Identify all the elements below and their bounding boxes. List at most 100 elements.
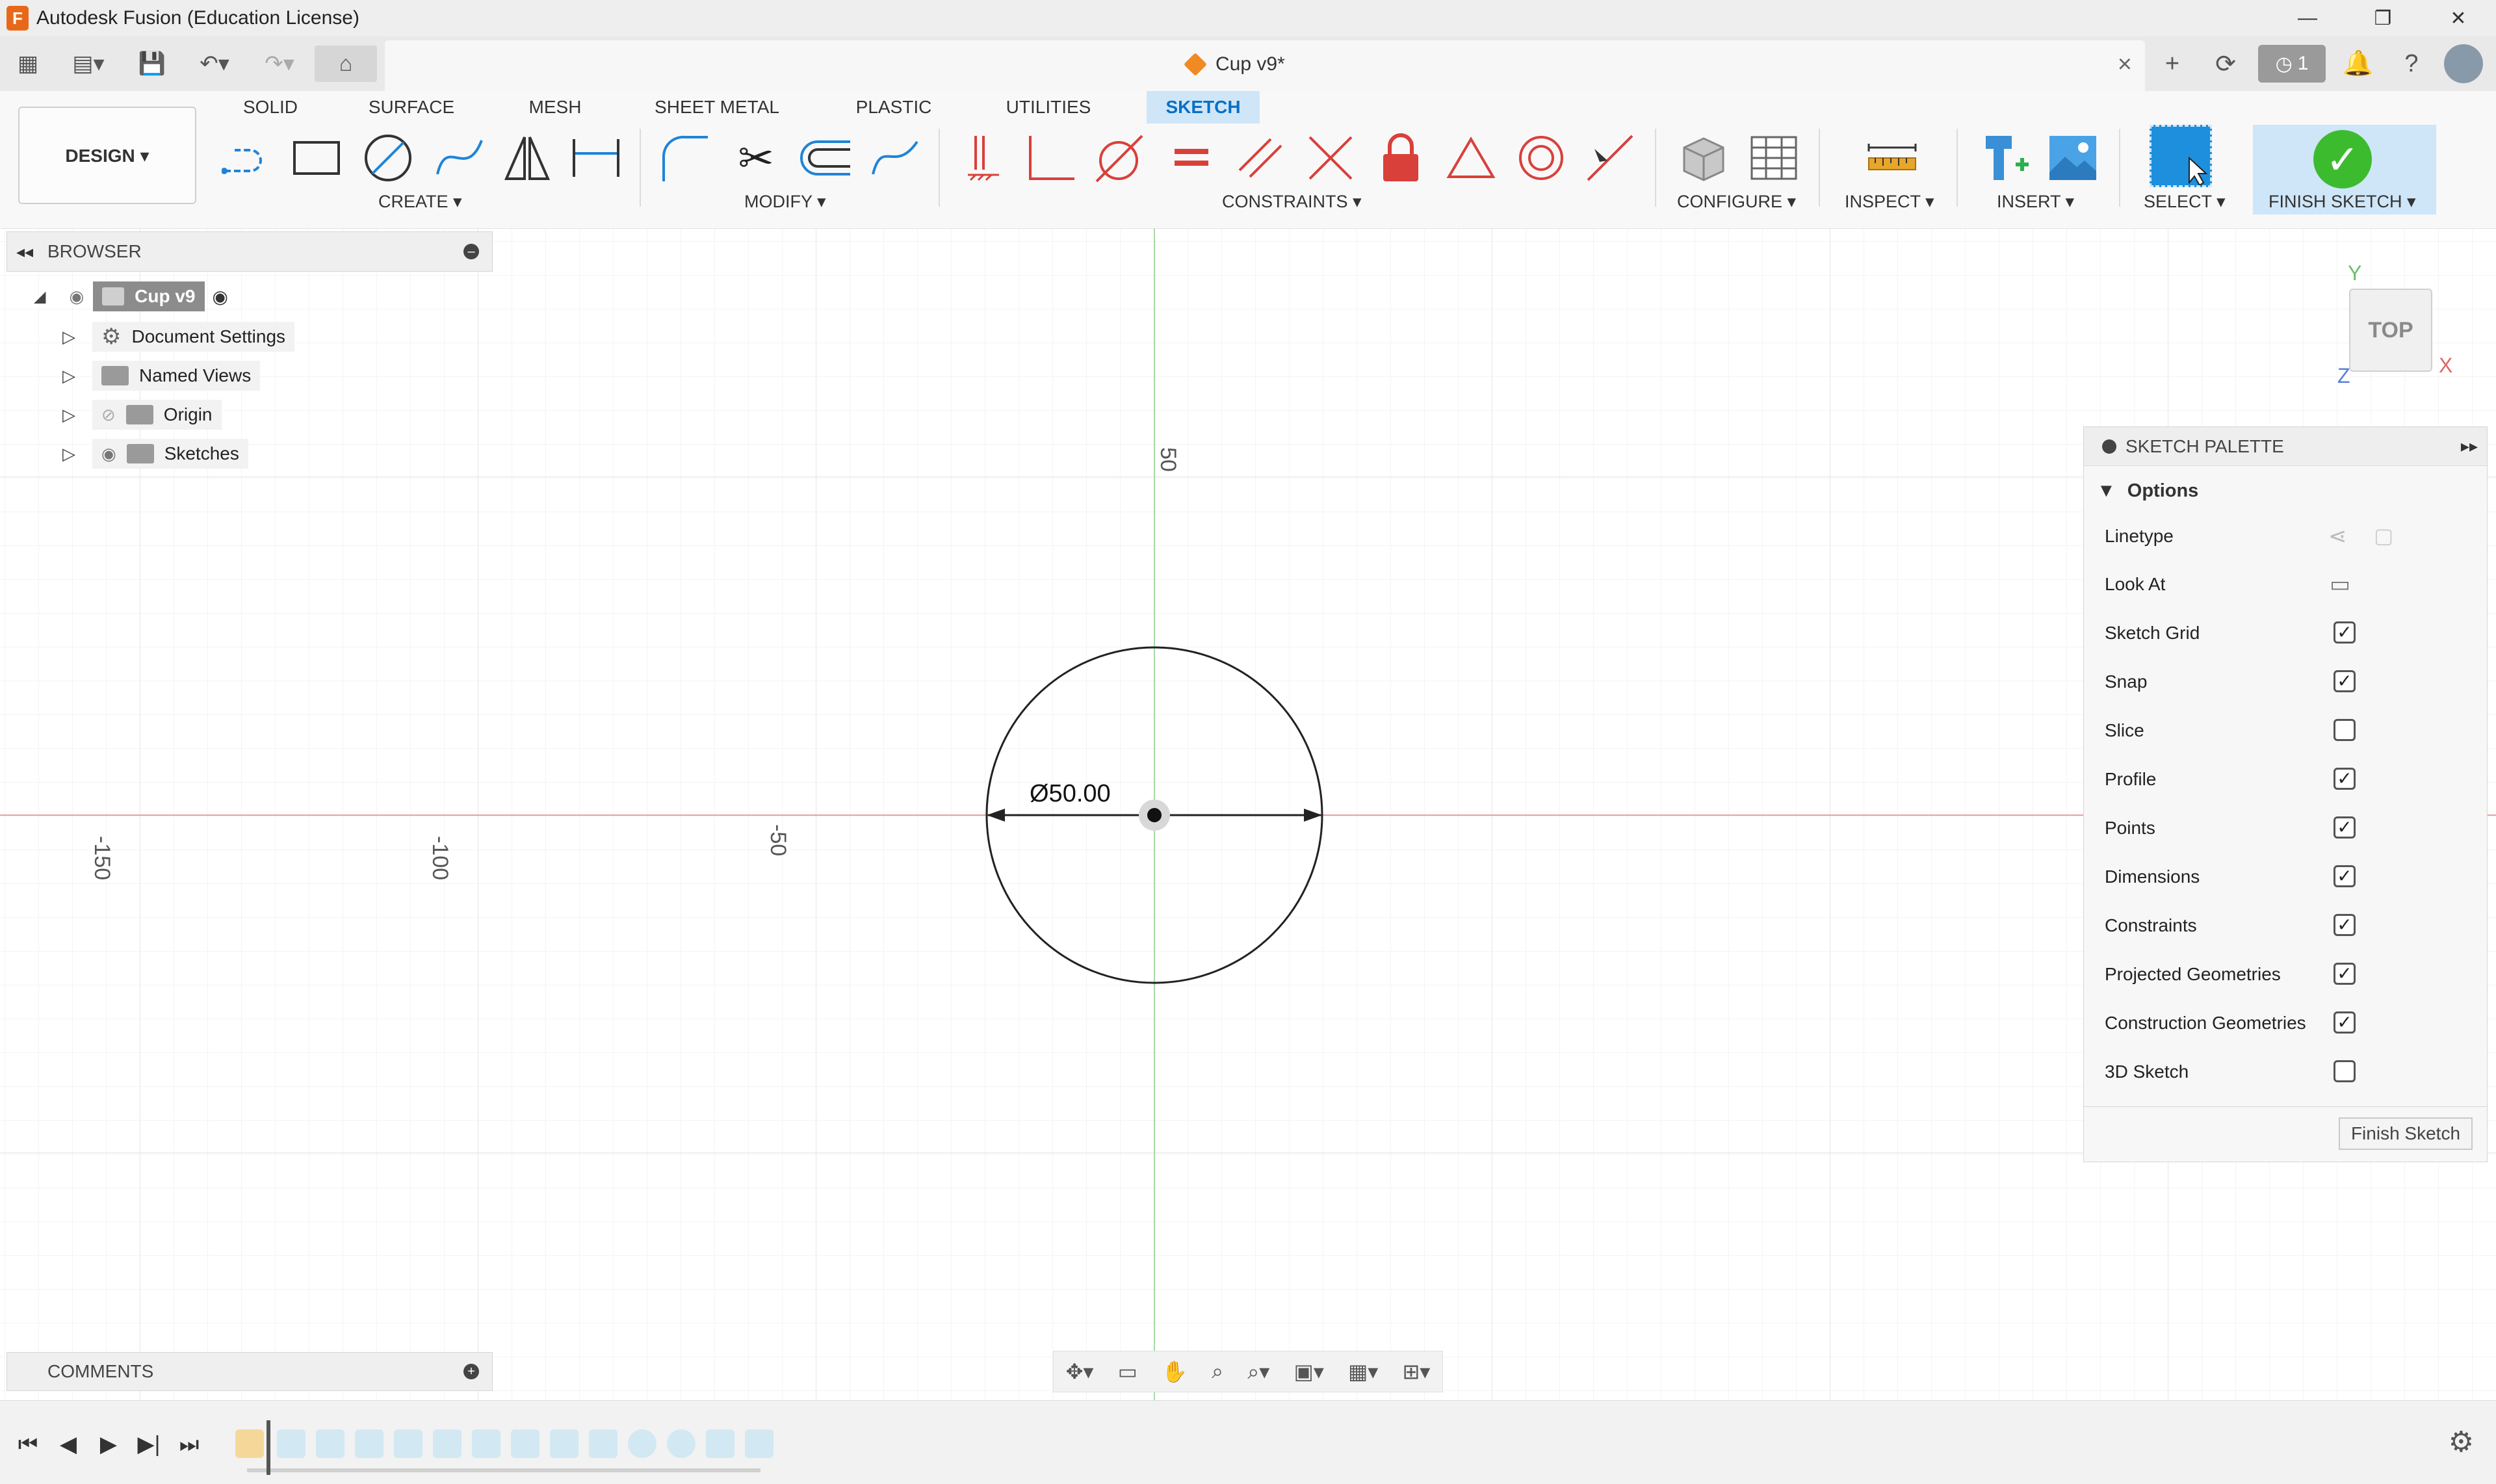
pan-hand-icon[interactable]: ✋: [1162, 1359, 1188, 1384]
dimension-label[interactable]: Ø50.00: [1030, 780, 1111, 808]
triangle-constraint-icon[interactable]: [1442, 129, 1500, 187]
profile-checkbox[interactable]: ✓: [2334, 768, 2356, 790]
redo-icon[interactable]: ↷▾: [254, 46, 306, 82]
orbit-icon[interactable]: ✥▾: [1066, 1359, 1094, 1384]
viewports-icon[interactable]: ⊞▾: [1402, 1359, 1430, 1384]
fillet-tool-icon[interactable]: [655, 129, 714, 187]
trim-scissors-icon[interactable]: ✂: [727, 129, 785, 187]
equal-constraint-icon[interactable]: [1162, 129, 1221, 187]
points-checkbox[interactable]: ✓: [2334, 816, 2356, 839]
browser-panel-header[interactable]: ◂◂ BROWSER –: [6, 231, 493, 272]
timeline-feature[interactable]: [745, 1429, 774, 1458]
file-menu-icon[interactable]: ▤▾: [62, 46, 114, 82]
line-tool-icon[interactable]: [218, 129, 277, 187]
sketch-grid-checkbox[interactable]: ✓: [2334, 621, 2356, 644]
timeline-feature[interactable]: [511, 1429, 540, 1458]
help-icon[interactable]: ?: [2391, 44, 2432, 83]
construction-geometries-checkbox[interactable]: ✓: [2334, 1011, 2356, 1034]
constraints-checkbox[interactable]: ✓: [2334, 914, 2356, 936]
tab-solid[interactable]: SOLID: [229, 91, 312, 124]
expand-triangle-icon[interactable]: ▷: [62, 327, 75, 347]
extensions-icon[interactable]: ⟳: [2205, 44, 2246, 83]
perpendicular-constraint-icon[interactable]: [1022, 129, 1080, 187]
tree-item-origin[interactable]: ▷ ⊘ Origin: [62, 399, 222, 430]
look-at-nav-icon[interactable]: ▭: [1118, 1359, 1138, 1384]
palette-minimize-icon[interactable]: [2102, 439, 2116, 454]
measure-ruler-icon[interactable]: [1863, 129, 1921, 187]
inspect-menu[interactable]: INSPECT ▾: [1845, 192, 1934, 212]
timeline-feature[interactable]: [589, 1429, 618, 1458]
viewcube[interactable]: TOP: [2349, 289, 2432, 372]
3d-sketch-checkbox[interactable]: [2334, 1060, 2356, 1082]
timeline-feature[interactable]: [277, 1429, 306, 1458]
configure-cube-icon[interactable]: [1674, 129, 1733, 187]
expand-triangle-icon[interactable]: ▷: [62, 366, 75, 386]
offset-tool-icon[interactable]: [797, 129, 855, 187]
lock-constraint-icon[interactable]: [1372, 129, 1430, 187]
zoom-icon[interactable]: ⌕: [1212, 1359, 1223, 1384]
display-settings-icon[interactable]: ▣▾: [1294, 1359, 1323, 1384]
minimize-button[interactable]: —: [2270, 0, 2345, 36]
app-grid-icon[interactable]: ▦: [12, 46, 44, 82]
finish-sketch-button[interactable]: Finish Sketch: [2339, 1117, 2473, 1150]
dimensions-checkbox[interactable]: ✓: [2334, 865, 2356, 887]
timeline-settings-gear-icon[interactable]: ⚙: [2449, 1425, 2474, 1459]
tab-plastic[interactable]: PLASTIC: [845, 91, 942, 124]
palette-expand-icon[interactable]: ▸▸: [2461, 436, 2478, 456]
timeline-feature[interactable]: [550, 1429, 578, 1458]
go-to-start-icon[interactable]: ⏮: [12, 1428, 44, 1461]
add-comment-icon[interactable]: +: [463, 1364, 479, 1379]
visibility-eye-icon[interactable]: ◉: [69, 287, 84, 307]
construction-linetype-icon[interactable]: ⋖: [2328, 523, 2347, 549]
look-at-icon[interactable]: ▭: [2330, 571, 2350, 597]
rectangle-tool-icon[interactable]: [287, 129, 346, 187]
finish-sketch-check-icon[interactable]: ✓: [2313, 130, 2372, 189]
document-tab[interactable]: Cup v9* ×: [385, 40, 2145, 91]
configure-menu[interactable]: CONFIGURE ▾: [1677, 192, 1796, 212]
slice-checkbox[interactable]: [2334, 719, 2356, 741]
expand-triangle-icon[interactable]: ▷: [62, 444, 75, 464]
constraints-menu[interactable]: CONSTRAINTS ▾: [1222, 192, 1362, 212]
tree-item-named-views[interactable]: ▷ Named Views: [62, 360, 261, 391]
zoom-window-icon[interactable]: ⌕▾: [1247, 1359, 1269, 1385]
select-menu[interactable]: SELECT ▾: [2144, 192, 2226, 212]
insert-menu[interactable]: INSERT ▾: [1997, 192, 2074, 212]
insert-mcmaster-icon[interactable]: [1976, 129, 2034, 187]
workspace-switcher[interactable]: DESIGN ▾: [18, 107, 196, 204]
collapse-arrows-icon[interactable]: ◂◂: [16, 242, 33, 262]
parallel-constraint-icon[interactable]: [1232, 129, 1291, 187]
spline-tool-icon[interactable]: [430, 129, 489, 187]
visibility-eye-icon[interactable]: ◉: [101, 444, 116, 464]
tab-utilities[interactable]: UTILITIES: [993, 91, 1104, 124]
snap-checkbox[interactable]: ✓: [2334, 670, 2356, 692]
tab-sheet-metal[interactable]: SHEET METAL: [644, 91, 790, 124]
centerline-linetype-icon[interactable]: ▢: [2374, 523, 2393, 548]
close-tab-icon[interactable]: ×: [2118, 51, 2132, 79]
tab-sketch[interactable]: SKETCH: [1147, 91, 1260, 124]
section-collapse-icon[interactable]: ▼: [2097, 480, 2116, 501]
sketch-dimension-tool-icon[interactable]: [567, 129, 625, 187]
sketch-palette-header[interactable]: SKETCH PALETTE ▸▸: [2084, 427, 2487, 466]
undo-icon[interactable]: ↶▾: [188, 46, 240, 82]
timeline-feature[interactable]: [316, 1429, 344, 1458]
play-icon[interactable]: ▶: [92, 1428, 125, 1461]
step-back-icon[interactable]: ◀: [52, 1428, 84, 1461]
concentric-constraint-icon[interactable]: [1512, 129, 1570, 187]
tangent-constraint-icon[interactable]: [1089, 129, 1148, 187]
grid-settings-icon[interactable]: ▦▾: [1348, 1359, 1378, 1384]
tab-surface[interactable]: SURFACE: [356, 91, 467, 124]
activate-radio-icon[interactable]: ◉: [213, 286, 228, 307]
tree-item-document-settings[interactable]: ▷ ⚙ Document Settings: [62, 321, 295, 352]
timeline-feature[interactable]: [394, 1429, 422, 1458]
timeline-feature[interactable]: [628, 1429, 656, 1458]
job-status-badge[interactable]: ◷ 1: [2258, 45, 2326, 83]
go-to-end-icon[interactable]: ⏭: [173, 1428, 205, 1461]
modify-menu[interactable]: MODIFY ▾: [744, 192, 826, 212]
options-section-header[interactable]: ▼ Options: [2097, 480, 2198, 502]
browser-minimize-icon[interactable]: –: [463, 244, 479, 259]
fix-constraint-icon[interactable]: [954, 129, 1013, 187]
center-point[interactable]: [1147, 808, 1162, 822]
close-window-button[interactable]: ✕: [2421, 0, 2496, 36]
projected-geometries-checkbox[interactable]: ✓: [2334, 963, 2356, 985]
mirror-tool-icon[interactable]: [498, 129, 556, 187]
